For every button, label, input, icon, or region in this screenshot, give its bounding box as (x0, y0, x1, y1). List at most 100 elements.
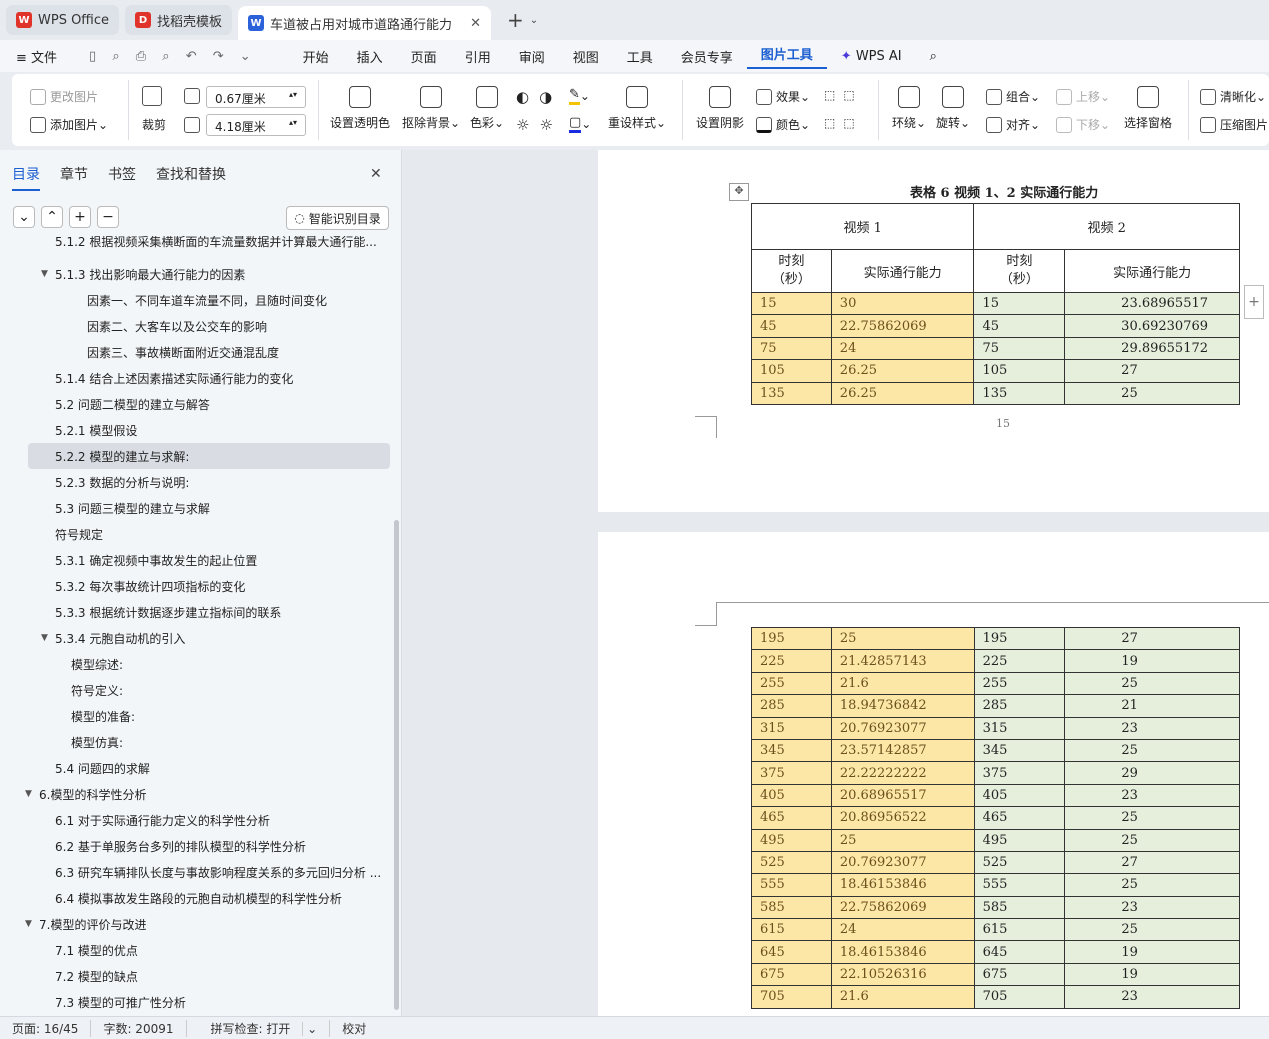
add-icon[interactable]: + (69, 206, 91, 228)
table-cell[interactable]: 615 (751, 918, 832, 942)
toc-item[interactable]: 5.2.1 模型假设 (55, 417, 137, 443)
table-cell[interactable]: 525 (973, 850, 1066, 875)
table-cell[interactable]: 24 (830, 336, 975, 361)
table-cell[interactable]: 45 (973, 314, 1066, 338)
shadow-offset-icons-2[interactable]: ⬚⬚ (824, 116, 863, 130)
width-input[interactable]: 4.18厘米 ▴▾ (206, 114, 306, 136)
table-cell[interactable]: 465 (751, 806, 832, 830)
menu-view[interactable]: 视图 (559, 47, 613, 66)
table-cell[interactable]: 27 (1064, 850, 1240, 875)
toc-item[interactable]: 7.3 模型的可推广性分析 (55, 989, 186, 1015)
toc-item[interactable]: 7.1 模型的优点 (55, 937, 138, 963)
toc-item[interactable]: 符号规定 (55, 521, 103, 547)
toc-item[interactable]: 6.4 模拟事故发生路段的元胞自动机模型的科学性分析 (55, 885, 342, 911)
table-cell[interactable]: 315 (973, 716, 1066, 740)
toc-item[interactable]: 因素二、大客车以及公交车的影响 (87, 313, 267, 339)
border-color-icon[interactable]: ▢ ⌄ (569, 115, 591, 133)
table-cell[interactable]: 25 (1064, 381, 1240, 405)
set-shadow-button[interactable]: 设置阴影 (696, 86, 744, 131)
table-cell[interactable]: 15 (751, 291, 832, 316)
table-cell[interactable]: 405 (973, 783, 1066, 808)
table-cell[interactable]: 375 (973, 761, 1066, 785)
table-cell[interactable]: 555 (973, 873, 1066, 897)
table-move-handle-icon[interactable]: ✥ (729, 183, 749, 201)
selection-pane-button[interactable]: 选择窗格 (1124, 86, 1172, 131)
rotate-button[interactable]: 旋转⌄ (936, 86, 970, 131)
tab-template[interactable]: D 找稻壳模板 (125, 5, 233, 35)
toc-item-selected[interactable]: 5.2.2 模型的建立与求解: (28, 443, 390, 469)
table-cell[interactable]: 26.25 (830, 381, 975, 405)
table-cell[interactable]: 24 (830, 918, 975, 942)
table-cell[interactable]: 525 (751, 850, 832, 875)
toc-item[interactable]: 5.2 问题二模型的建立与解答 (55, 391, 210, 417)
scrollbar[interactable] (394, 520, 399, 1010)
remove-bg-button[interactable]: 抠除背景⌄ (402, 86, 460, 131)
menu-page[interactable]: 页面 (397, 47, 451, 66)
toc-item[interactable]: 因素三、事故横断面附近交通混乱度 (87, 339, 279, 365)
group-button[interactable]: 组合 ⌄ (986, 88, 1040, 105)
table-cell[interactable]: 375 (751, 761, 832, 785)
table-cell[interactable]: 195 (751, 626, 832, 651)
toc-item[interactable]: 模型仿真: (71, 729, 123, 755)
menu-insert[interactable]: 插入 (343, 47, 397, 66)
align-button[interactable]: 对齐 ⌄ (986, 116, 1040, 133)
table-cell[interactable]: 20.68965517 (830, 783, 975, 808)
new-tab-icon[interactable]: + (507, 8, 524, 32)
bring-forward-button[interactable]: 上移 ⌄ (1056, 88, 1110, 105)
table-cell[interactable]: 22.22222222 (830, 761, 975, 785)
spinner-icon[interactable]: ▴▾ (289, 90, 297, 99)
table-cell[interactable]: 18.94736842 (830, 694, 975, 718)
tab-find-replace[interactable]: 查找和替换 (156, 164, 226, 191)
table-cell[interactable]: 225 (751, 649, 832, 673)
shadow-offset-icons[interactable]: ⬚⬚ (824, 88, 863, 102)
effect-button[interactable]: 效果 ⌄ (756, 88, 810, 105)
tab-bookmark[interactable]: 书签 (108, 164, 136, 191)
table-cell[interactable]: 18.46153846 (830, 873, 975, 897)
table-cell[interactable]: 20.76923077 (830, 716, 975, 740)
toc-item[interactable]: 5.3 问题三模型的建立与求解 (55, 495, 210, 521)
contrast-icons[interactable]: ☼☼ (516, 116, 563, 134)
table-cell[interactable]: 25 (1064, 873, 1240, 897)
wrap-button[interactable]: 环绕⌄ (892, 86, 926, 131)
table-cell[interactable]: 255 (751, 671, 832, 696)
data-table-2[interactable]: 195 25 195 27 225 21.42857143 225 19 255 21.6 255 2… (751, 626, 1240, 1009)
remove-icon[interactable]: − (97, 206, 119, 228)
table-cell[interactable]: 495 (973, 828, 1066, 852)
crop-icon[interactable] (142, 86, 166, 106)
table-cell[interactable]: 135 (751, 381, 832, 405)
menu-picture-tools[interactable]: 图片工具 (746, 44, 827, 69)
chevron-down-icon[interactable]: ⌄ (530, 15, 538, 26)
toc-item[interactable]: 5.1.3 找出影响最大通行能力的因素 (55, 261, 245, 287)
table-cell[interactable]: 645 (973, 940, 1066, 964)
table-cell[interactable]: 25 (1064, 671, 1240, 696)
reset-style-button[interactable]: 重设样式⌄ (608, 86, 666, 131)
table-cell[interactable]: 30.69230769 (1064, 314, 1240, 338)
tab-chapter[interactable]: 章节 (60, 164, 88, 191)
tab-toc[interactable]: 目录 (12, 164, 40, 191)
caret-down-icon[interactable]: ▼ (41, 633, 48, 643)
add-column-icon[interactable]: + (1244, 285, 1264, 319)
menu-file[interactable]: ≡ 文件 (0, 47, 71, 66)
table-cell[interactable]: 27 (1064, 626, 1240, 651)
close-icon[interactable]: ✕ (470, 16, 481, 31)
table-cell[interactable]: 21.6 (830, 671, 975, 696)
table-cell[interactable]: 23.68965517 (1064, 291, 1240, 316)
set-transparent-button[interactable]: 设置透明色 (330, 86, 390, 131)
table-cell[interactable]: 25 (1064, 806, 1240, 830)
change-image-button[interactable]: 更改图片 (30, 88, 98, 105)
toc-item[interactable]: 符号定义: (71, 677, 123, 703)
page-indicator[interactable]: 页面: 16/45 (0, 1019, 92, 1037)
table-cell[interactable]: 23 (1064, 783, 1240, 808)
table-cell[interactable]: 345 (751, 738, 832, 763)
table-cell[interactable]: 30 (830, 291, 975, 316)
table-cell[interactable]: 25 (1064, 738, 1240, 763)
toc-item[interactable]: 5.1.4 结合上述因素描述实际通行能力的变化 (55, 365, 293, 391)
table-cell[interactable]: 29.89655172 (1064, 336, 1240, 361)
menu-ref[interactable]: 引用 (451, 47, 505, 66)
table-cell[interactable]: 21 (1064, 694, 1240, 718)
table-cell[interactable]: 675 (751, 962, 832, 987)
spinner-icon[interactable]: ▴▾ (289, 118, 297, 127)
toc-item[interactable]: 模型的准备: (71, 703, 135, 729)
menu-start[interactable]: 开始 (289, 47, 343, 66)
toc-item[interactable]: 6.3 研究车辆排队长度与事故影响程度关系的多元回归分析 ... (55, 859, 381, 885)
